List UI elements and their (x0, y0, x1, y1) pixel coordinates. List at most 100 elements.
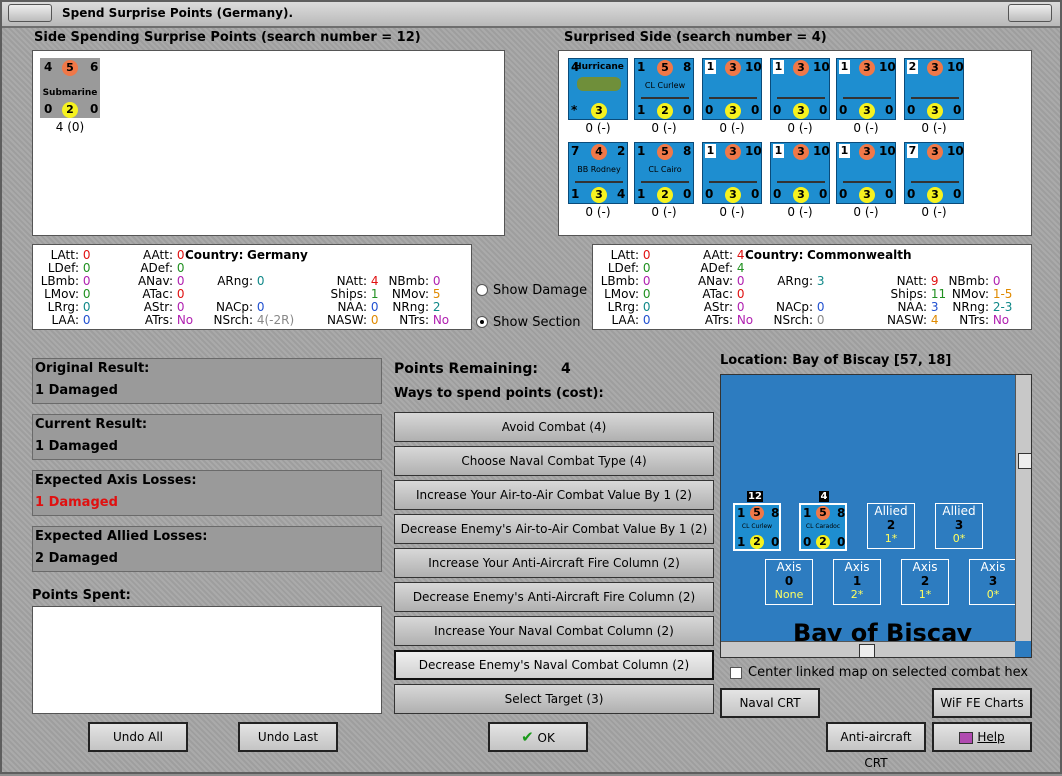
submarine-counter[interactable]: 4 5 6 Submarine 0 2 0 (40, 58, 100, 118)
show-section-radio[interactable] (476, 316, 488, 328)
allied-losses-label: Expected Allied Losses: (35, 529, 208, 544)
surprised-unit-counter[interactable]: 4 Hurricane * 3 (568, 58, 628, 120)
stat-nrng: NRng: 2 (392, 300, 441, 314)
unit-defense: 3 (591, 103, 607, 119)
unit-value-br: 4 (617, 187, 626, 201)
surprised-unit-counter[interactable]: 7 3 10 0 3 0 (904, 142, 964, 204)
spend-option-button[interactable]: Choose Naval Combat Type (4) (394, 446, 714, 476)
unit-defense: 3 (927, 103, 943, 119)
axis-combat-box[interactable]: Axis 3 0* (969, 559, 1017, 605)
ship-silhouette-icon (911, 87, 959, 99)
surprised-unit-counter[interactable]: 1 5 8 CL Cairo 1 2 0 (634, 142, 694, 204)
allied-combat-box[interactable]: Allied 2 1* (867, 503, 915, 549)
stat-nacp: NACp: 0 (775, 300, 825, 314)
stack-count: 4 (819, 491, 829, 502)
map-unit-caradoc[interactable]: 1 5 8 CL Caradoc 0 2 0 (799, 503, 847, 551)
ship-silhouette-icon (641, 87, 689, 99)
spend-option-button[interactable]: Increase Your Naval Combat Column (2) (394, 616, 714, 646)
undo-last-button[interactable]: Undo Last (238, 722, 338, 752)
attack-value: 5 (62, 60, 78, 76)
unit-surprise-value: 0 (-) (585, 205, 611, 219)
stat-lbmb: LBmb: 0 (40, 274, 91, 288)
stat-astr: AStr: 0 (703, 300, 745, 314)
country-name: Germany (247, 248, 308, 262)
allied-combat-box[interactable]: Allied 3 0* (935, 503, 983, 549)
ship-silhouette-icon (777, 171, 825, 183)
center-linked-label[interactable]: Center linked map on selected combat hex (748, 665, 1028, 680)
axis-combat-box[interactable]: Axis 2 1* (901, 559, 949, 605)
points-remaining-value: 4 (561, 361, 571, 377)
stat-anav: ANav: 0 (137, 274, 185, 288)
spend-option-button[interactable]: Select Target (3) (394, 684, 714, 714)
surprised-unit-counter[interactable]: 1 3 10 0 3 0 (770, 58, 830, 120)
spend-option-button[interactable]: Increase Your Air-to-Air Combat Value By… (394, 480, 714, 510)
unit-defense: 3 (859, 103, 875, 119)
surprised-unit-counter[interactable]: 1 3 10 0 3 0 (702, 142, 762, 204)
spend-option-button[interactable]: Decrease Enemy's Air-to-Air Combat Value… (394, 514, 714, 544)
stat-latt: LAtt: 0 (50, 248, 91, 262)
spending-side-heading: Side Spending Surprise Points (search nu… (34, 30, 421, 45)
help-button[interactable]: Help (932, 722, 1032, 752)
stat-lbmb: LBmb: 0 (600, 274, 651, 288)
show-section-label[interactable]: Show Section (493, 315, 581, 330)
spend-option-button[interactable]: Increase Your Anti-Aircraft Fire Column … (394, 548, 714, 578)
spend-option-button[interactable]: Avoid Combat (4) (394, 412, 714, 442)
unit-value-bl: 0 (773, 187, 782, 201)
spend-option-button[interactable]: Decrease Enemy's Anti-Aircraft Fire Colu… (394, 582, 714, 612)
unit-value-br: 0 (751, 103, 760, 117)
stat-naa: NAA: 3 (897, 300, 939, 314)
unit-surprise-value: 0 (-) (921, 205, 947, 219)
surprised-unit-counter[interactable]: 1 3 10 0 3 0 (836, 142, 896, 204)
unit-value-bl: 0 (907, 187, 916, 201)
scroll-thumb[interactable] (1018, 453, 1031, 469)
stat-natt: NAtt: 9 (896, 274, 939, 288)
surprised-unit-counter[interactable]: 1 5 8 CL Curlew 1 2 0 (634, 58, 694, 120)
unit-value-bl: 0 (773, 103, 782, 117)
surprised-unit-counter[interactable]: 1 3 10 0 3 0 (770, 142, 830, 204)
undo-all-button[interactable]: Undo All (88, 722, 188, 752)
stat-natt: NAtt: 4 (336, 274, 379, 288)
unit-value-tr: 10 (745, 144, 762, 158)
unit-value-tr: 8 (683, 144, 692, 158)
help-label: Help (977, 730, 1005, 744)
commonwealth-stats-panel: Country: Commonwealth LAtt: 0 AAtt: 4 LDef… (592, 244, 1032, 330)
show-damage-radio[interactable] (476, 284, 488, 296)
unit-value-bl: * (571, 103, 578, 117)
unit-surprise-value: 0 (-) (651, 121, 677, 135)
stat-laa: LAA: 0 (611, 313, 651, 327)
stat-ntrs: NTrs: No (959, 313, 1010, 327)
map-unit-curlew[interactable]: 1 5 8 CL Curlew 1 2 0 (733, 503, 781, 551)
naval-crt-button[interactable]: Naval CRT (720, 688, 820, 718)
unit-attack: 4 (591, 144, 607, 160)
stat-lrrg: LRrg: 0 (47, 300, 91, 314)
unit-attack: 3 (859, 144, 875, 160)
stat-atrs: ATrs: No (144, 313, 194, 327)
center-linked-checkbox[interactable] (730, 667, 742, 679)
unit-surprise-value: 0 (-) (787, 205, 813, 219)
surprised-unit-counter[interactable]: 1 3 10 0 3 0 (702, 58, 762, 120)
unit-defense: 3 (725, 187, 741, 203)
map-vertical-scrollbar[interactable] (1015, 375, 1031, 641)
stat-lrrg: LRrg: 0 (607, 300, 651, 314)
spend-option-button[interactable]: Decrease Enemy's Naval Combat Column (2) (394, 650, 714, 680)
window-close-button[interactable] (1008, 4, 1052, 22)
map-horizontal-scrollbar[interactable] (721, 641, 1015, 657)
help-book-icon (959, 731, 974, 744)
unit-surprise-value: 0 (-) (585, 121, 611, 135)
germany-stats-panel: Country: Germany LAtt: 0 AAtt: 0 LDef: 0 AD… (32, 244, 472, 330)
window-menu-button[interactable] (8, 4, 52, 22)
surprised-unit-counter[interactable]: 1 3 10 0 3 0 (836, 58, 896, 120)
ok-button[interactable]: ✔ OK (488, 722, 588, 752)
unit-value-tl: 1 (637, 144, 646, 158)
surprised-unit-counter[interactable]: 7 4 2 BB Rodney 1 3 4 (568, 142, 628, 204)
scroll-thumb[interactable] (859, 644, 875, 657)
wif-charts-button[interactable]: WiF FE Charts (932, 688, 1032, 718)
axis-combat-box[interactable]: Axis 0 None (765, 559, 813, 605)
points-spent-list[interactable] (32, 606, 382, 714)
surprised-unit-counter[interactable]: 2 3 10 0 3 0 (904, 58, 964, 120)
axis-losses-box: Expected Axis Losses: 1 Damaged (32, 470, 382, 516)
show-damage-label[interactable]: Show Damage (493, 283, 587, 298)
axis-combat-box[interactable]: Axis 1 2* (833, 559, 881, 605)
anti-aircraft-crt-button[interactable]: Anti-aircraft CRT (826, 722, 926, 770)
hex-map[interactable]: 12 1 5 8 CL Curlew 1 2 0 4 1 5 8 CL Cara… (720, 374, 1032, 658)
